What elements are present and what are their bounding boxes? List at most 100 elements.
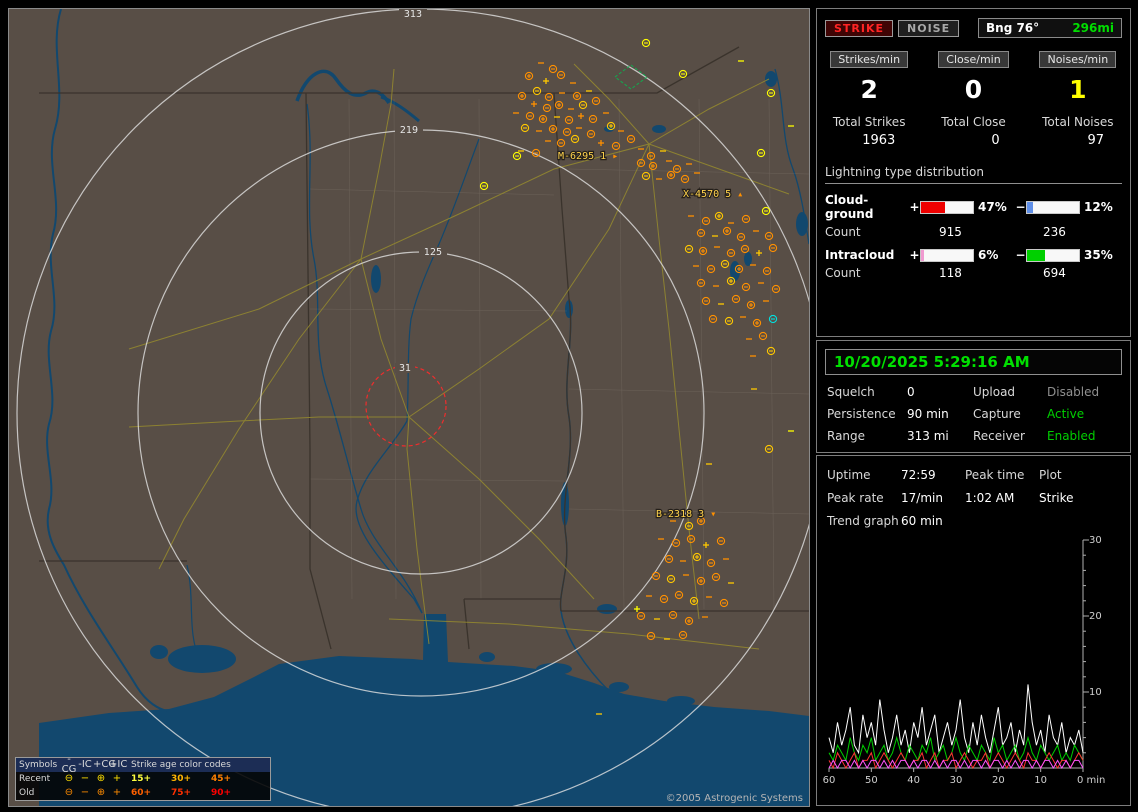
legend-age-header: Strike age color codes — [125, 760, 270, 770]
map-legend: Symbols -CG -IC +CG +IC Strike age color… — [15, 757, 271, 801]
svg-text:50: 50 — [865, 775, 878, 786]
plus-sign: + — [909, 200, 920, 214]
svg-text:60: 60 — [823, 775, 835, 786]
trend-axes — [829, 540, 1083, 768]
neg-ic-icon: − — [77, 774, 93, 784]
strikes-per-min-label: Strikes/min — [830, 51, 908, 68]
uptime-value: 72:59 — [901, 468, 965, 482]
neg-cg-icon: ⊖ — [61, 774, 77, 784]
total-strikes-label: Total Strikes — [817, 115, 921, 129]
svg-text:X-4570 5 ▴: X-4570 5 ▴ — [683, 189, 743, 200]
persistence-label: Persistence — [827, 407, 907, 421]
status-panel: 10/20/2025 5:29:16 AM Squelch 0 Upload D… — [816, 340, 1131, 453]
ring-label-219: 219 — [400, 125, 418, 136]
capture-value: Active — [1047, 407, 1120, 421]
legend-col-pos-cg: +CG — [93, 760, 109, 770]
age-15: 15+ — [125, 774, 165, 784]
intracloud-plus-bar — [920, 249, 974, 262]
svg-text:M-6295 1 ▸: M-6295 1 ▸ — [558, 151, 618, 162]
intracloud-plus-pct: 6% — [974, 248, 1015, 262]
svg-text:B-2318 3 ▾: B-2318 3 ▾ — [656, 509, 716, 520]
minus-sign: − — [1015, 200, 1026, 214]
peak-time-value: 1:02 AM — [965, 491, 1039, 505]
legend-col-neg-ic: -IC — [77, 760, 93, 770]
intracloud-minus-count: 694 — [1013, 266, 1117, 280]
roads-layer — [129, 64, 789, 649]
bearing-range: 296mi — [1072, 21, 1114, 35]
persistence-value: 90 min — [907, 407, 973, 421]
total-close-value: 0 — [921, 133, 1025, 148]
svg-text:20: 20 — [1089, 611, 1102, 622]
trend-x-labels: 6050403020100 min — [823, 775, 1105, 786]
age-60: 60+ — [125, 788, 165, 798]
cloud-ground-minus-bar — [1026, 201, 1080, 214]
trend-window-value: 60 min — [901, 514, 965, 528]
intracloud-minus-bar — [1026, 249, 1080, 262]
pos-cg-icon: ⊕ — [93, 788, 109, 798]
close-per-min-value: 0 — [921, 77, 1025, 102]
svg-text:0 min: 0 min — [1077, 775, 1105, 786]
age-45: 45+ — [205, 774, 245, 784]
pos-ic-icon: + — [109, 774, 125, 784]
total-noises-value: 97 — [1026, 133, 1130, 148]
count-label: Count — [825, 225, 909, 239]
peak-time-label: Peak time — [965, 468, 1039, 482]
intracloud-plus-count: 118 — [909, 266, 1013, 280]
svg-text:10: 10 — [1034, 775, 1047, 786]
pos-ic-icon: + — [109, 788, 125, 798]
cloud-ground-plus-bar — [920, 201, 974, 214]
plus-sign: + — [909, 248, 920, 262]
peak-rate-value: 17/min — [901, 491, 965, 505]
upload-label: Upload — [973, 385, 1047, 399]
age-90: 90+ — [205, 788, 245, 798]
legend-symbols-header: Symbols — [16, 760, 61, 770]
cloud-ground-label: Cloud-ground — [825, 193, 909, 221]
cloud-ground-minus-pct: 12% — [1080, 200, 1121, 214]
total-noises-label: Total Noises — [1026, 115, 1130, 129]
ring-label-313: 313 — [404, 9, 422, 20]
trend-ticks — [829, 540, 1089, 772]
svg-text:40: 40 — [907, 775, 920, 786]
ring-label-31: 31 — [399, 363, 411, 374]
noises-per-min-label: Noises/min — [1039, 51, 1116, 68]
noise-indicator: NOISE — [898, 20, 959, 37]
noises-per-min-value: 1 — [1026, 77, 1130, 102]
svg-text:20: 20 — [992, 775, 1005, 786]
total-strikes-value: 1963 — [817, 133, 921, 148]
receiver-label: Receiver — [973, 429, 1047, 443]
upload-value: Disabled — [1047, 385, 1120, 399]
alert-diamond — [615, 65, 647, 89]
neg-cg-icon: ⊖ — [61, 788, 77, 798]
squelch-value: 0 — [907, 385, 973, 399]
close-range-ring — [366, 366, 446, 446]
plot-value: Strike — [1039, 491, 1120, 505]
session-panel: Uptime 72:59 Peak time Plot Peak rate 17… — [816, 455, 1131, 806]
trend-series — [829, 684, 1083, 768]
strikes-per-min-value: 2 — [817, 77, 921, 102]
copyright-text: ©2005 Astrogenic Systems — [666, 793, 803, 804]
legend-col-pos-ic: +IC — [109, 760, 125, 770]
bearing-box: Bng 76° 296mi — [978, 18, 1122, 38]
intracloud-minus-pct: 35% — [1080, 248, 1121, 262]
map-canvas[interactable]: 313 219 125 31 M-6295 1 ▸ X-4570 5 ▴ B-231… — [8, 8, 810, 807]
strike-indicator: STRIKE — [825, 20, 893, 37]
legend-row-recent: Recent — [16, 774, 61, 784]
squelch-label: Squelch — [827, 385, 907, 399]
svg-text:10: 10 — [1089, 687, 1102, 698]
strikes-layer — [480, 39, 794, 714]
uptime-label: Uptime — [827, 468, 901, 482]
range-value: 313 mi — [907, 429, 973, 443]
svg-text:30: 30 — [1089, 535, 1102, 546]
storm-cell-labels: M-6295 1 ▸ X-4570 5 ▴ B-2318 3 ▾ — [558, 151, 743, 520]
ring-label-125: 125 — [424, 247, 442, 258]
age-30: 30+ — [165, 774, 205, 784]
bearing-label: Bng 76° — [986, 21, 1039, 35]
cloud-ground-plus-pct: 47% — [974, 200, 1015, 214]
capture-label: Capture — [973, 407, 1047, 421]
minus-sign: − — [1015, 248, 1026, 262]
receiver-value: Enabled — [1047, 429, 1120, 443]
app-window: 313 219 125 31 M-6295 1 ▸ X-4570 5 ▴ B-231… — [0, 0, 1138, 812]
strike-stats-panel: STRIKE NOISE Bng 76° 296mi Strikes/min 2… — [816, 8, 1131, 337]
trend-y-labels: 10 20 30 — [1089, 535, 1102, 698]
age-75: 75+ — [165, 788, 205, 798]
